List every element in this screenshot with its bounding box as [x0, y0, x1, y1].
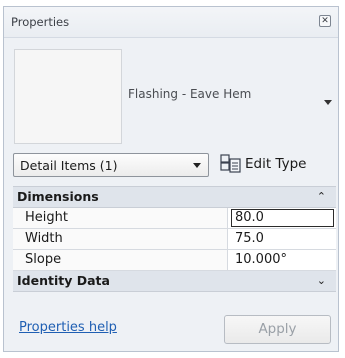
property-row-height[interactable]: Height 80.0: [13, 208, 336, 229]
properties-palette: Properties ✕ Flashing - Eave Hem Detail …: [3, 6, 339, 352]
close-icon[interactable]: ✕: [319, 15, 331, 27]
apply-button[interactable]: Apply: [224, 315, 331, 344]
expand-icon[interactable]: ⌄: [317, 274, 326, 287]
property-name: Width: [13, 229, 228, 249]
property-value-input[interactable]: 80.0: [231, 209, 334, 227]
property-value[interactable]: 10.000°: [232, 250, 336, 270]
property-name: Height: [13, 208, 228, 228]
property-row-width[interactable]: Width 75.0: [13, 229, 336, 250]
palette-title: Properties: [11, 15, 70, 29]
property-row-slope[interactable]: Slope 10.000°: [13, 250, 336, 271]
group-label: Identity Data: [17, 273, 110, 288]
type-preview-image: [14, 49, 122, 144]
edit-type-button[interactable]: Edit Type: [220, 153, 336, 177]
group-dimensions[interactable]: Dimensions ⌃: [13, 187, 336, 208]
group-identity-data[interactable]: Identity Data ⌄: [13, 271, 336, 292]
properties-grid: Dimensions ⌃ Height 80.0 Width 75.0 Slop…: [13, 186, 336, 292]
type-selector[interactable]: Flashing - Eave Hem: [8, 44, 336, 150]
property-name: Slope: [13, 250, 228, 270]
chevron-down-icon[interactable]: [193, 163, 201, 168]
properties-help-link[interactable]: Properties help: [19, 320, 117, 335]
property-value[interactable]: 75.0: [232, 229, 336, 249]
chevron-down-icon[interactable]: [324, 100, 332, 105]
collapse-icon[interactable]: ⌃: [317, 190, 326, 203]
edit-type-label: Edit Type: [245, 156, 307, 172]
group-label: Dimensions: [17, 189, 99, 204]
type-name: Flashing - Eave Hem: [128, 87, 252, 101]
instance-filter-dropdown[interactable]: Detail Items (1): [13, 153, 209, 177]
palette-titlebar[interactable]: Properties ✕: [4, 7, 338, 38]
edit-type-icon: [220, 154, 241, 173]
instance-filter-value: Detail Items (1): [20, 158, 118, 173]
